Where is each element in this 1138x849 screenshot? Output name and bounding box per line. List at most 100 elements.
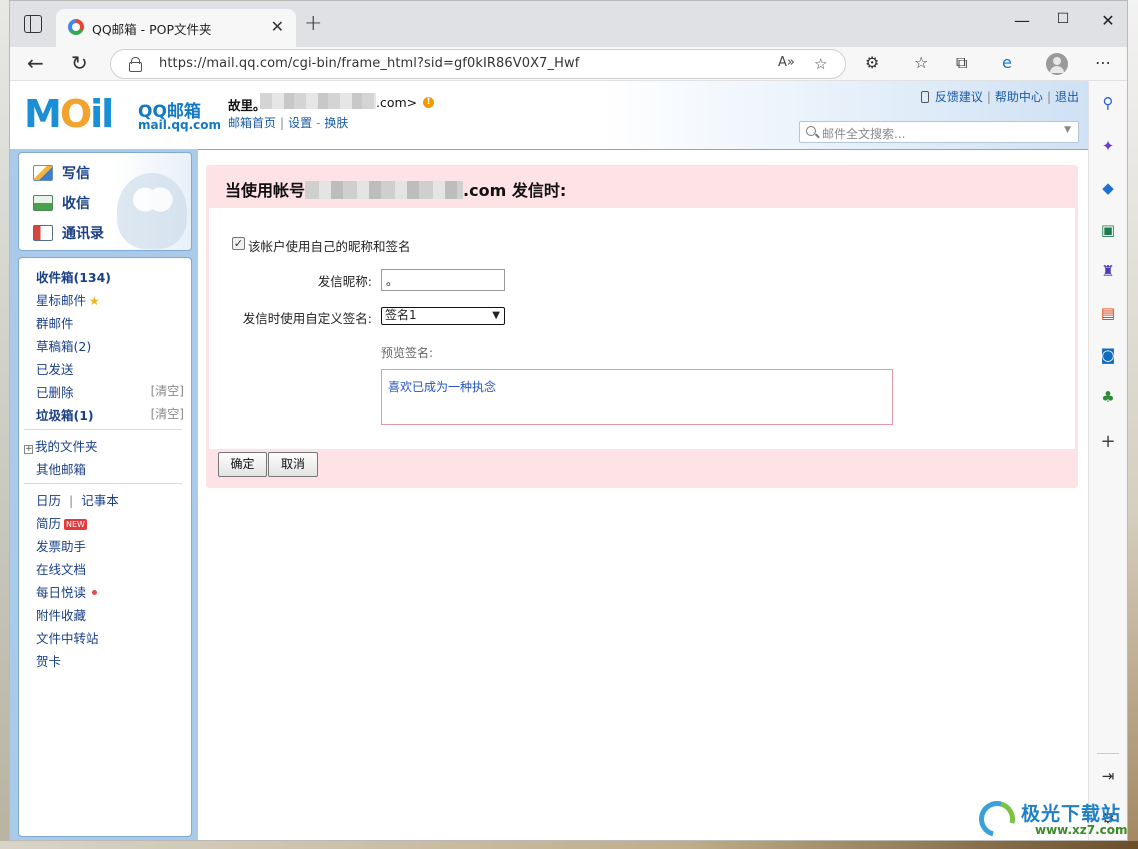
tree-icon[interactable]: ♣: [1099, 388, 1117, 406]
search-icon[interactable]: ⚲: [1099, 94, 1117, 112]
games-icon[interactable]: ♜: [1099, 262, 1117, 280]
favorite-add-icon[interactable]: ☆: [814, 55, 827, 73]
write-pen-icon: [33, 165, 53, 181]
warning-icon[interactable]: !: [423, 97, 434, 108]
folder-divider: [24, 429, 182, 430]
desktop-background-left: [0, 0, 9, 849]
folder-group-mail[interactable]: 群邮件: [36, 313, 74, 332]
hide-sidebar-icon[interactable]: ⇥: [1099, 767, 1117, 785]
edge-feature-icon[interactable]: e: [1002, 53, 1012, 72]
write-mail-button[interactable]: 写信: [33, 163, 90, 183]
notes-link[interactable]: 记事本: [81, 493, 119, 508]
url-field[interactable]: https://mail.qq.com/cgi-bin/frame_html?s…: [110, 49, 846, 79]
checkbox-label: 该帐户使用自己的昵称和签名: [248, 239, 411, 254]
new-tab-plus-icon[interactable]: +: [304, 11, 322, 36]
qqmail-favicon-icon: [68, 19, 84, 35]
folder-starred[interactable]: 星标邮件 ★: [36, 290, 100, 309]
online-docs-link[interactable]: 在线文档: [36, 559, 86, 578]
office-icon[interactable]: ▤: [1099, 304, 1117, 322]
folder-deleted[interactable]: 已删除: [36, 382, 74, 401]
tab-actions-icon[interactable]: [24, 15, 42, 33]
address-bar: ← ↻ https://mail.qq.com/cgi-bin/frame_ht…: [10, 47, 1127, 81]
search-dropdown-icon[interactable]: ▼: [1064, 125, 1071, 135]
outlook-icon[interactable]: ◙: [1099, 346, 1117, 364]
folder-drafts[interactable]: 草稿箱(2): [36, 336, 91, 355]
sidebar-divider: [1097, 753, 1119, 754]
favorites-icon[interactable]: ☆: [914, 53, 928, 72]
settings-link[interactable]: 设置: [288, 116, 312, 130]
window-close-icon[interactable]: ✕: [1098, 11, 1118, 30]
maximize-icon[interactable]: ☐: [1053, 11, 1073, 27]
clear-deleted-link[interactable]: [清空]: [151, 382, 184, 399]
lock-icon[interactable]: [129, 57, 142, 72]
collections-icon[interactable]: ⧉: [956, 53, 967, 73]
left-sidebar: 写信 收信 通讯录 收件箱(134) 星标邮件 ★ 群邮件 草稿箱(2) 已发送 …: [18, 152, 194, 840]
redacted-email: [260, 93, 376, 109]
edge-sidebar: ⚲ ✦ ◆ ▣ ♜ ▤ ◙ ♣ + ⇥ ⚙: [1088, 81, 1127, 840]
logout-link[interactable]: 退出: [1055, 90, 1079, 104]
title-bar: QQ邮箱 - POP文件夹 ✕ + — ☐ ✕: [10, 1, 1127, 47]
logo-letters-il: il: [90, 92, 114, 136]
daily-reading-link[interactable]: 每日悦读: [36, 582, 98, 601]
mobile-phone-icon[interactable]: [920, 91, 929, 103]
mail-home-link[interactable]: 邮箱首页: [228, 116, 276, 130]
panel-form: ✓ 该帐户使用自己的昵称和签名 发信昵称: 。 发信时使用自定义签名: 签名1 ▼…: [209, 208, 1075, 449]
contacts-button[interactable]: 通讯录: [33, 223, 104, 243]
tab-close-icon[interactable]: ✕: [271, 17, 284, 36]
shopping-tag-icon[interactable]: ◆: [1099, 179, 1117, 197]
attachments-link[interactable]: 附件收藏: [36, 605, 86, 624]
qqmail-header: MOil QQ邮箱 mail.qq.com 故里。 .com> ! 邮箱首页 | 设…: [10, 81, 1089, 149]
refresh-icon[interactable]: ↻: [71, 51, 88, 75]
greeting-card-link[interactable]: 贺卡: [36, 651, 61, 670]
tab-title: QQ邮箱 - POP文件夹: [92, 22, 212, 37]
minimize-icon[interactable]: —: [1012, 11, 1032, 30]
expand-plus-icon[interactable]: +: [24, 445, 33, 454]
browser-tab[interactable]: QQ邮箱 - POP文件夹 ✕: [56, 9, 296, 47]
browser-window: QQ邮箱 - POP文件夹 ✕ + — ☐ ✕ ← ↻ https://mail…: [9, 0, 1128, 841]
other-mailbox-item[interactable]: 其他邮箱: [36, 459, 86, 478]
folder-inbox[interactable]: 收件箱(134): [36, 267, 111, 286]
my-folders-item[interactable]: + 我的文件夹: [24, 436, 98, 455]
clear-spam-link[interactable]: [清空]: [151, 405, 184, 422]
header-links: 邮箱首页 | 设置 - 换肤: [228, 116, 349, 130]
more-menu-icon[interactable]: ⋯: [1095, 53, 1111, 72]
nickname-label: 发信昵称:: [317, 274, 372, 289]
folder-spam[interactable]: 垃圾箱(1): [36, 405, 94, 424]
top-right-links: 反馈建议 | 帮助中心 | 退出: [920, 88, 1079, 105]
folder-sent[interactable]: 已发送: [36, 359, 74, 378]
preview-label: 预览签名:: [381, 346, 434, 360]
use-own-signature-checkbox[interactable]: ✓: [232, 237, 245, 250]
nickname-input[interactable]: 。: [381, 269, 505, 291]
feedback-link[interactable]: 反馈建议: [935, 90, 983, 104]
profile-avatar[interactable]: [1046, 53, 1068, 75]
desktop-background-right: [1128, 0, 1138, 849]
logo-letter-m: M: [24, 92, 62, 136]
tools-briefcase-icon[interactable]: ▣: [1099, 221, 1117, 239]
copilot-sparkle-icon[interactable]: ✦: [1099, 137, 1117, 155]
folder-list: 收件箱(134) 星标邮件 ★ 群邮件 草稿箱(2) 已发送 已删除 [清空] 垃…: [18, 257, 192, 837]
redacted-account: [305, 181, 464, 199]
read-aloud-icon[interactable]: A»: [778, 55, 795, 70]
url-text: https://mail.qq.com/cgi-bin/frame_html?s…: [159, 56, 580, 71]
help-center-link[interactable]: 帮助中心: [995, 90, 1043, 104]
calendar-link[interactable]: 日历: [36, 493, 61, 508]
qqmail-body: 写信 收信 通讯录 收件箱(134) 星标邮件 ★ 群邮件 草稿箱(2) 已发送 …: [10, 149, 1089, 840]
receive-mail-button[interactable]: 收信: [33, 193, 90, 213]
mail-search-input[interactable]: 邮件全文搜索... ▼: [799, 121, 1079, 143]
new-badge: NEW: [64, 519, 87, 530]
signature-select[interactable]: 签名1 ▼: [381, 307, 505, 325]
file-transfer-link[interactable]: 文件中转站: [36, 628, 99, 647]
qqmail-logo[interactable]: MOil: [24, 92, 114, 136]
ok-button[interactable]: 确定: [218, 452, 267, 477]
invoice-assistant-link[interactable]: 发票助手: [36, 536, 86, 555]
extensions-icon[interactable]: ⚙: [865, 53, 879, 72]
watermark-text: 极光下载站: [1021, 803, 1122, 825]
resume-link[interactable]: 简历 NEW: [36, 513, 87, 532]
add-plus-icon[interactable]: +: [1099, 433, 1117, 451]
cancel-button[interactable]: 取消: [268, 452, 318, 477]
back-arrow-icon[interactable]: ←: [27, 51, 44, 75]
skin-link[interactable]: 换肤: [324, 116, 348, 130]
watermark-url: www.xz7.com: [1035, 823, 1128, 837]
user-email-domain: .com>: [376, 95, 418, 110]
logo-subtext: mail.qq.com: [138, 118, 221, 132]
